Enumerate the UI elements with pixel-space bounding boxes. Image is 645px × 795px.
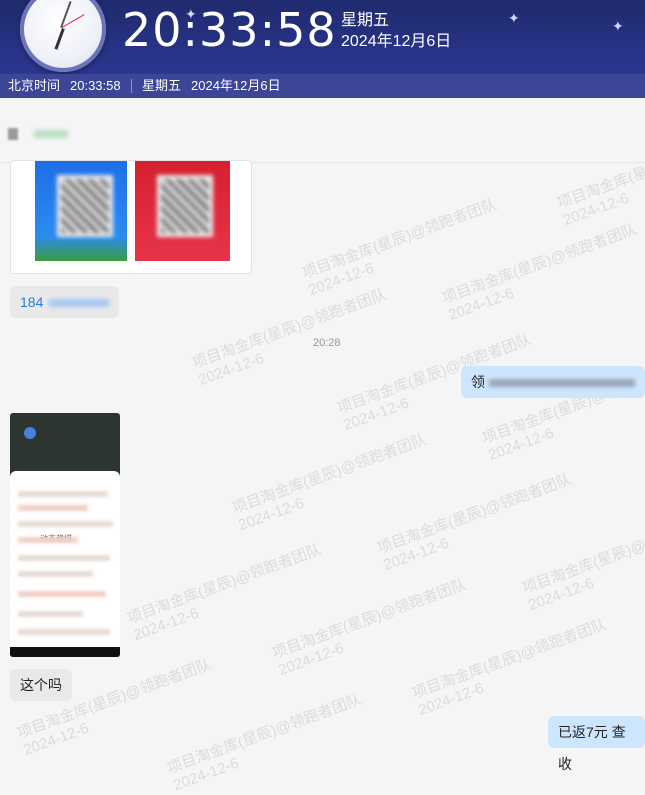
- sparkle-icon: ✦: [612, 18, 624, 34]
- watermark: 项目淘金库(星辰)@领跑者团队 2024-12-6: [520, 510, 645, 615]
- message-text: 领: [471, 374, 485, 390]
- qr-poster-blue: [35, 161, 127, 261]
- digital-time: 20:33:58: [122, 3, 337, 57]
- message-text: 184: [20, 294, 44, 310]
- redacted-text: [489, 379, 635, 388]
- analog-clock-icon: [20, 0, 106, 72]
- clock-banner: ✦ ✦ ✦ 20:33:58 星期五 2024年12月6日: [0, 0, 645, 74]
- back-icon: [24, 427, 36, 439]
- banner-date: 2024年12月6日: [341, 33, 452, 50]
- image-message[interactable]: [10, 160, 252, 274]
- status-time: 20:33:58: [70, 78, 121, 93]
- qr-code-icon: [57, 175, 113, 237]
- screenshot-panel: 动态趋描: [10, 471, 120, 651]
- watermark: 项目淘金库(星辰)@领跑者团队 2024-12-6: [375, 470, 574, 575]
- redacted-text: [49, 299, 110, 308]
- message-bubble-out[interactable]: 领: [461, 366, 645, 398]
- message-bubble-in[interactable]: 这个吗: [10, 669, 72, 701]
- message-bubble-in[interactable]: 184: [10, 286, 120, 318]
- status-weekday: 星期五: [142, 78, 182, 93]
- watermark: 项目淘金库(星辰)@领跑者团队 2024-12-6: [230, 430, 429, 535]
- status-bar: 北京时间 20:33:58 星期五 2024年12月6日: [0, 74, 645, 98]
- watermark: 项目淘金库(星辰)@领跑者团队 2024-12-6: [165, 690, 364, 795]
- avatar[interactable]: [8, 128, 18, 140]
- watermark: 项目淘金库(星辰)@领跑者团队 2024-12-6: [440, 220, 639, 325]
- watermark: 项目淘金库(星辰)@领跑者团队 2024-12-6: [300, 195, 499, 300]
- qr-code-icon: [157, 175, 213, 237]
- contact-name: [34, 130, 68, 138]
- divider: [131, 79, 132, 93]
- qr-poster-red: [135, 161, 230, 261]
- message-timestamp: 20:28: [313, 337, 341, 349]
- screenshot-image-message[interactable]: 动态趋描: [10, 413, 120, 657]
- watermark: 项目淘金库(星辰)@领跑者团队 2024-12-6: [270, 575, 469, 680]
- chat-header: [0, 98, 645, 163]
- watermark: 项目淘金库(星辰)@领跑者团队 2024-12-6: [190, 285, 389, 390]
- watermark: 项目淘金库(星辰)@领跑者团队 2024-12-6: [125, 540, 324, 645]
- status-date: 2024年12月6日: [191, 78, 281, 93]
- message-bubble-out[interactable]: 已返7元 查收: [548, 716, 645, 772]
- watermark: 项目淘金库(星辰)@领跑者团队 2024-12-6: [410, 615, 609, 720]
- sparkle-icon: ✦: [508, 10, 520, 26]
- status-label: 北京时间: [8, 78, 61, 93]
